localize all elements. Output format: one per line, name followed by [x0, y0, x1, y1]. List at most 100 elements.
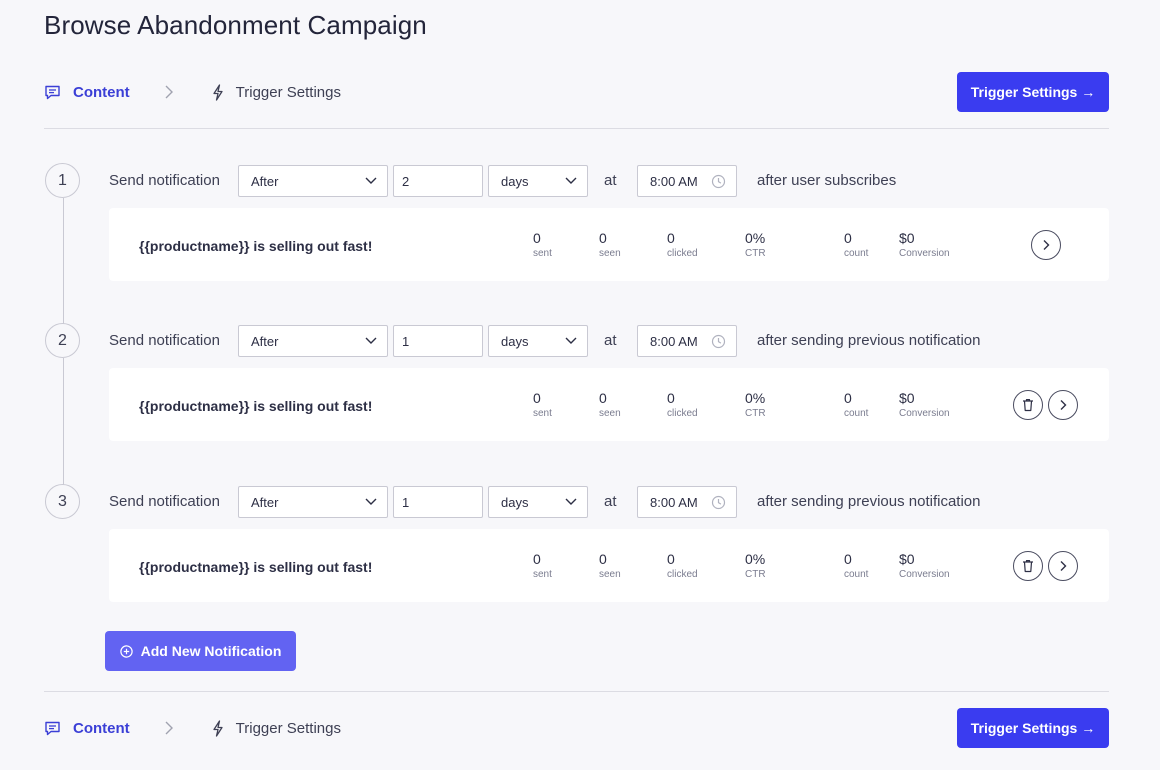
timing-select[interactable]: After [238, 165, 388, 197]
timing-select[interactable]: After [238, 486, 388, 518]
stat-conversion: $0 Conversion [899, 551, 950, 580]
stat-conversion: $0 Conversion [899, 230, 950, 259]
chevron-right-icon [164, 720, 174, 736]
bolt-icon [213, 83, 223, 101]
stat-clicked: 0 clicked [667, 390, 698, 419]
unit-select[interactable]: days [488, 165, 588, 197]
step-schedule-row: Send notification After 1 days at 8:00 A… [109, 486, 1109, 518]
trash-icon [1023, 399, 1033, 412]
timing-select[interactable]: After [238, 325, 388, 357]
stat-sent: 0 sent [533, 551, 552, 580]
step-number: 3 [45, 484, 80, 519]
delete-notification-button[interactable] [1013, 390, 1043, 420]
crumb-trigger-label: Trigger Settings [235, 719, 341, 737]
time-input[interactable]: 8:00 AM [637, 325, 737, 357]
unit-select[interactable]: days [488, 325, 588, 357]
chevron-down-icon [365, 177, 377, 184]
send-notification-label: Send notification [109, 172, 220, 189]
unit-value: days [501, 173, 529, 189]
chevron-down-icon [565, 337, 577, 344]
breadcrumb: Content Trigger Settings [44, 708, 341, 748]
divider [44, 128, 1109, 129]
page-title: Browse Abandonment Campaign [44, 10, 427, 40]
chevron-right-icon [1060, 400, 1067, 410]
amount-input[interactable]: 1 [393, 325, 483, 357]
step-number: 1 [45, 163, 80, 198]
time-value: 8:00 AM [650, 173, 698, 189]
trigger-settings-button[interactable]: Trigger Settings → [957, 72, 1109, 112]
trash-icon [1023, 560, 1033, 573]
stat-seen: 0 seen [599, 390, 621, 419]
chevron-down-icon [365, 337, 377, 344]
send-notification-label: Send notification [109, 493, 220, 510]
chevron-right-icon [164, 84, 174, 100]
notification-card[interactable]: {{productname}} is selling out fast! 0 se… [109, 529, 1109, 602]
crumb-content[interactable]: Content [44, 720, 130, 737]
timing-value: After [251, 494, 279, 510]
unit-select[interactable]: days [488, 486, 588, 518]
timing-value: After [251, 333, 279, 349]
unit-value: days [501, 333, 529, 349]
step-schedule-row: Send notification After 2 days at 8:00 A… [109, 165, 1109, 197]
timeline-connector [63, 198, 64, 324]
chevron-down-icon [365, 498, 377, 505]
amount-input[interactable]: 2 [393, 165, 483, 197]
stat-sent: 0 sent [533, 390, 552, 419]
timeline-connector [63, 358, 64, 485]
stat-count: 0 count [844, 390, 869, 419]
open-notification-button[interactable] [1031, 230, 1061, 260]
stat-conversion: $0 Conversion [899, 390, 950, 419]
time-input[interactable]: 8:00 AM [637, 165, 737, 197]
chat-icon [45, 721, 60, 735]
trigger-suffix-label: after sending previous notification [757, 493, 981, 510]
stat-clicked: 0 clicked [667, 551, 698, 580]
stat-seen: 0 seen [599, 551, 621, 580]
timing-value: After [251, 173, 279, 189]
clock-icon [711, 495, 726, 510]
clock-icon [711, 174, 726, 189]
crumb-trigger-label: Trigger Settings [235, 83, 341, 101]
stat-ctr: 0% CTR [745, 230, 766, 259]
open-notification-button[interactable] [1048, 551, 1078, 581]
chat-icon [45, 85, 60, 99]
amount-input[interactable]: 1 [393, 486, 483, 518]
stat-count: 0 count [844, 230, 869, 259]
add-new-notification-button[interactable]: Add New Notification [105, 631, 296, 671]
unit-value: days [501, 494, 529, 510]
plus-circle-icon [119, 644, 133, 658]
bolt-icon [213, 719, 223, 737]
stat-sent: 0 sent [533, 230, 552, 259]
crumb-content-label: Content [73, 83, 130, 101]
chevron-down-icon [565, 498, 577, 505]
crumb-content-label: Content [73, 719, 130, 737]
breadcrumb: Content Trigger Settings [44, 72, 341, 112]
divider [44, 691, 1109, 692]
notification-title: {{productname}} is selling out fast! [139, 559, 373, 575]
send-notification-label: Send notification [109, 332, 220, 349]
stat-seen: 0 seen [599, 230, 621, 259]
stat-count: 0 count [844, 551, 869, 580]
crumb-trigger-settings[interactable]: Trigger Settings [212, 84, 341, 101]
stat-ctr: 0% CTR [745, 551, 766, 580]
chevron-right-icon [1060, 561, 1067, 571]
stat-clicked: 0 clicked [667, 230, 698, 259]
trigger-settings-button[interactable]: Trigger Settings → [957, 708, 1109, 748]
delete-notification-button[interactable] [1013, 551, 1043, 581]
notification-card[interactable]: {{productname}} is selling out fast! 0 se… [109, 368, 1109, 441]
trigger-suffix-label: after user subscribes [757, 172, 897, 189]
time-input[interactable]: 8:00 AM [637, 486, 737, 518]
time-value: 8:00 AM [650, 333, 698, 349]
step-schedule-row: Send notification After 1 days at 8:00 A… [109, 325, 1109, 357]
open-notification-button[interactable] [1048, 390, 1078, 420]
time-value: 8:00 AM [650, 494, 698, 510]
notification-title: {{productname}} is selling out fast! [139, 238, 373, 254]
step-number: 2 [45, 323, 80, 358]
notification-card[interactable]: {{productname}} is selling out fast! 0 se… [109, 208, 1109, 281]
crumb-trigger-settings[interactable]: Trigger Settings [212, 720, 341, 737]
add-new-notification-label: Add New Notification [140, 643, 282, 659]
stat-ctr: 0% CTR [745, 390, 766, 419]
at-label: at [604, 332, 617, 349]
chevron-right-icon [1043, 240, 1050, 250]
crumb-content[interactable]: Content [44, 84, 130, 101]
chevron-down-icon [565, 177, 577, 184]
